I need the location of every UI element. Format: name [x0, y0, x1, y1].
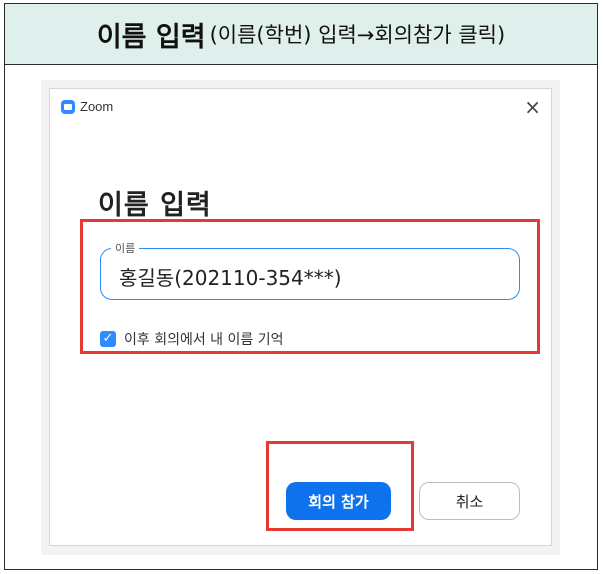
zoom-screenshot: Zoom × 이름 입력 이름 홍길동(202110-354***) ✓ 이후 … [41, 80, 560, 555]
close-icon[interactable]: × [524, 95, 541, 119]
zoom-logo-icon [61, 100, 75, 114]
remember-name-label: 이후 회의에서 내 이름 기억 [124, 332, 284, 348]
dialog-heading: 이름 입력 [98, 190, 212, 221]
cancel-button[interactable]: 취소 [419, 482, 520, 520]
dialog-title: Zoom [80, 99, 114, 114]
name-field[interactable]: 이름 홍길동(202110-354***) [100, 240, 520, 300]
name-field-value[interactable]: 홍길동(202110-354***) [119, 262, 342, 291]
instruction-subtitle: (이름(학번) 입력→회의참가 클릭) [209, 23, 506, 47]
remember-name-checkbox[interactable]: ✓ [100, 331, 116, 347]
instruction-title: 이름 입력 [96, 21, 206, 53]
dialog-titlebar: Zoom × [50, 89, 551, 125]
name-field-label: 이름 [111, 240, 140, 256]
instruction-header: 이름 입력 (이름(학번) 입력→회의참가 클릭) [5, 4, 597, 65]
zoom-dialog: Zoom × 이름 입력 이름 홍길동(202110-354***) ✓ 이후 … [49, 88, 552, 546]
checkmark-icon: ✓ [102, 331, 114, 346]
remember-name-option[interactable]: ✓ 이후 회의에서 내 이름 기억 [100, 329, 283, 349]
join-meeting-button[interactable]: 회의 참가 [286, 482, 391, 520]
